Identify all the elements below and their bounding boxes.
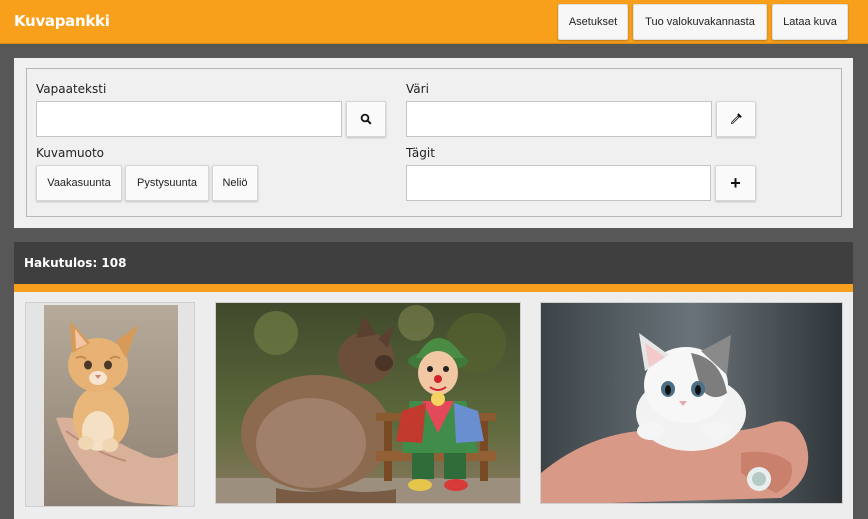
add-tag-button[interactable]: + bbox=[715, 165, 756, 201]
brand-title[interactable]: Kuvapankki bbox=[14, 12, 110, 30]
image-thumbnail-white-kitten-on-hand[interactable] bbox=[540, 302, 843, 504]
format-square-button[interactable]: Neliö bbox=[212, 165, 258, 201]
color-picker-button[interactable] bbox=[716, 101, 756, 137]
upload-image-button[interactable]: Lataa kuva bbox=[772, 4, 848, 40]
tags-label: Tägit bbox=[406, 146, 435, 160]
format-landscape-button[interactable]: Vaakasuunta bbox=[36, 165, 122, 201]
results-header: Hakutulos: 108 bbox=[14, 242, 853, 284]
results-divider bbox=[14, 284, 853, 292]
color-label: Väri bbox=[406, 82, 429, 96]
results-count: Hakutulos: 108 bbox=[24, 256, 127, 270]
image-thumbnail-cat-and-clown-doll[interactable] bbox=[215, 302, 521, 504]
tags-input[interactable] bbox=[406, 165, 711, 201]
format-label: Kuvamuoto bbox=[36, 146, 105, 160]
search-panel: Vapaateksti Väri Kuvamuoto Vaakasuunta P… bbox=[14, 58, 853, 228]
kitten-in-hands-image bbox=[26, 303, 194, 506]
search-button[interactable] bbox=[346, 101, 386, 137]
freetext-label: Vapaateksti bbox=[36, 82, 107, 96]
color-input[interactable] bbox=[406, 101, 712, 137]
search-icon bbox=[360, 113, 372, 125]
eyedropper-icon bbox=[731, 113, 742, 124]
search-form: Vapaateksti Väri Kuvamuoto Vaakasuunta P… bbox=[26, 68, 842, 217]
format-portrait-button[interactable]: Pystysuunta bbox=[125, 165, 209, 201]
white-kitten-on-hand-image bbox=[541, 303, 842, 503]
settings-button[interactable]: Asetukset bbox=[558, 4, 628, 40]
cat-and-clown-doll-image bbox=[216, 303, 520, 503]
freetext-input[interactable] bbox=[36, 101, 342, 137]
top-bar: Kuvapankki Asetukset Tuo valokuvakannast… bbox=[0, 0, 868, 44]
import-from-photo-db-button[interactable]: Tuo valokuvakannasta bbox=[633, 4, 767, 40]
image-thumbnail-kitten-in-hands[interactable] bbox=[25, 302, 195, 507]
